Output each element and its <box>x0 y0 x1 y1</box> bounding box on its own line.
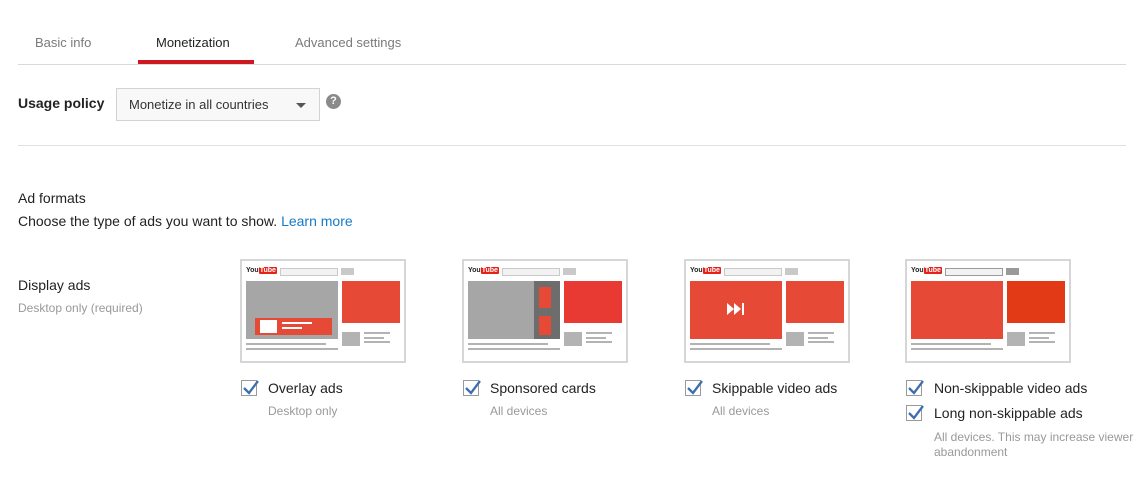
skippable-video-preview-icon: YouTube <box>684 259 850 363</box>
checkmark-icon <box>687 380 703 395</box>
non-skippable-video-ads-label: Non-skippable video ads <box>934 380 1088 396</box>
long-non-skippable-ads-checkbox[interactable] <box>906 405 924 421</box>
youtube-logo: YouTube <box>246 267 277 274</box>
ad-formats-description-text: Choose the type of ads you want to show. <box>18 213 278 229</box>
checkmark-icon <box>908 405 924 420</box>
skippable-video-ads-label: Skippable video ads <box>712 380 838 396</box>
overlay-ads-preview-icon: YouTube <box>240 259 406 363</box>
youtube-logo: YouTube <box>468 267 499 274</box>
skippable-video-ads-sub: All devices <box>712 404 770 418</box>
long-non-skippable-ads-sub: All devices. This may increase viewer ab… <box>934 430 1134 459</box>
long-non-skippable-ads-label: Long non-skippable ads <box>934 405 1083 421</box>
skippable-video-ads-checkbox[interactable] <box>685 380 703 396</box>
usage-policy-label: Usage policy <box>18 95 105 111</box>
ad-formats-title: Ad formats <box>18 190 86 206</box>
sponsored-cards-checkbox[interactable] <box>463 380 481 396</box>
usage-policy-select[interactable]: Monetize in all countries <box>116 88 320 121</box>
checkmark-icon <box>908 380 924 395</box>
checkmark-icon <box>465 380 481 395</box>
skip-icon <box>727 303 744 315</box>
youtube-logo: YouTube <box>911 267 942 274</box>
sponsored-cards-label: Sponsored cards <box>490 380 596 396</box>
overlay-ads-checkbox[interactable] <box>241 380 259 396</box>
display-ads-sublabel: Desktop only (required) <box>18 301 143 315</box>
tab-basic-info[interactable]: Basic info <box>35 35 91 50</box>
non-skippable-video-ads-checkbox[interactable] <box>906 380 924 396</box>
youtube-logo: YouTube <box>690 267 721 274</box>
checkmark-icon <box>243 380 259 395</box>
overlay-ads-sub: Desktop only <box>268 404 338 418</box>
non-skippable-video-preview-icon: YouTube <box>905 259 1071 363</box>
tab-advanced-settings[interactable]: Advanced settings <box>295 35 401 50</box>
help-icon[interactable]: ? <box>326 94 341 109</box>
tab-monetization[interactable]: Monetization <box>156 35 230 50</box>
usage-policy-value: Monetize in all countries <box>129 97 269 112</box>
active-tab-indicator <box>138 60 254 64</box>
tab-bar: Basic info Monetization Advanced setting… <box>18 0 1126 65</box>
section-divider <box>18 145 1126 146</box>
caret-down-icon <box>296 103 306 108</box>
sponsored-cards-preview-icon: YouTube <box>462 259 628 363</box>
display-ads-label: Display ads <box>18 277 91 293</box>
sponsored-cards-sub: All devices <box>490 404 548 418</box>
learn-more-link[interactable]: Learn more <box>281 213 353 229</box>
ad-formats-description: Choose the type of ads you want to show.… <box>18 213 353 229</box>
overlay-ads-label: Overlay ads <box>268 380 343 396</box>
